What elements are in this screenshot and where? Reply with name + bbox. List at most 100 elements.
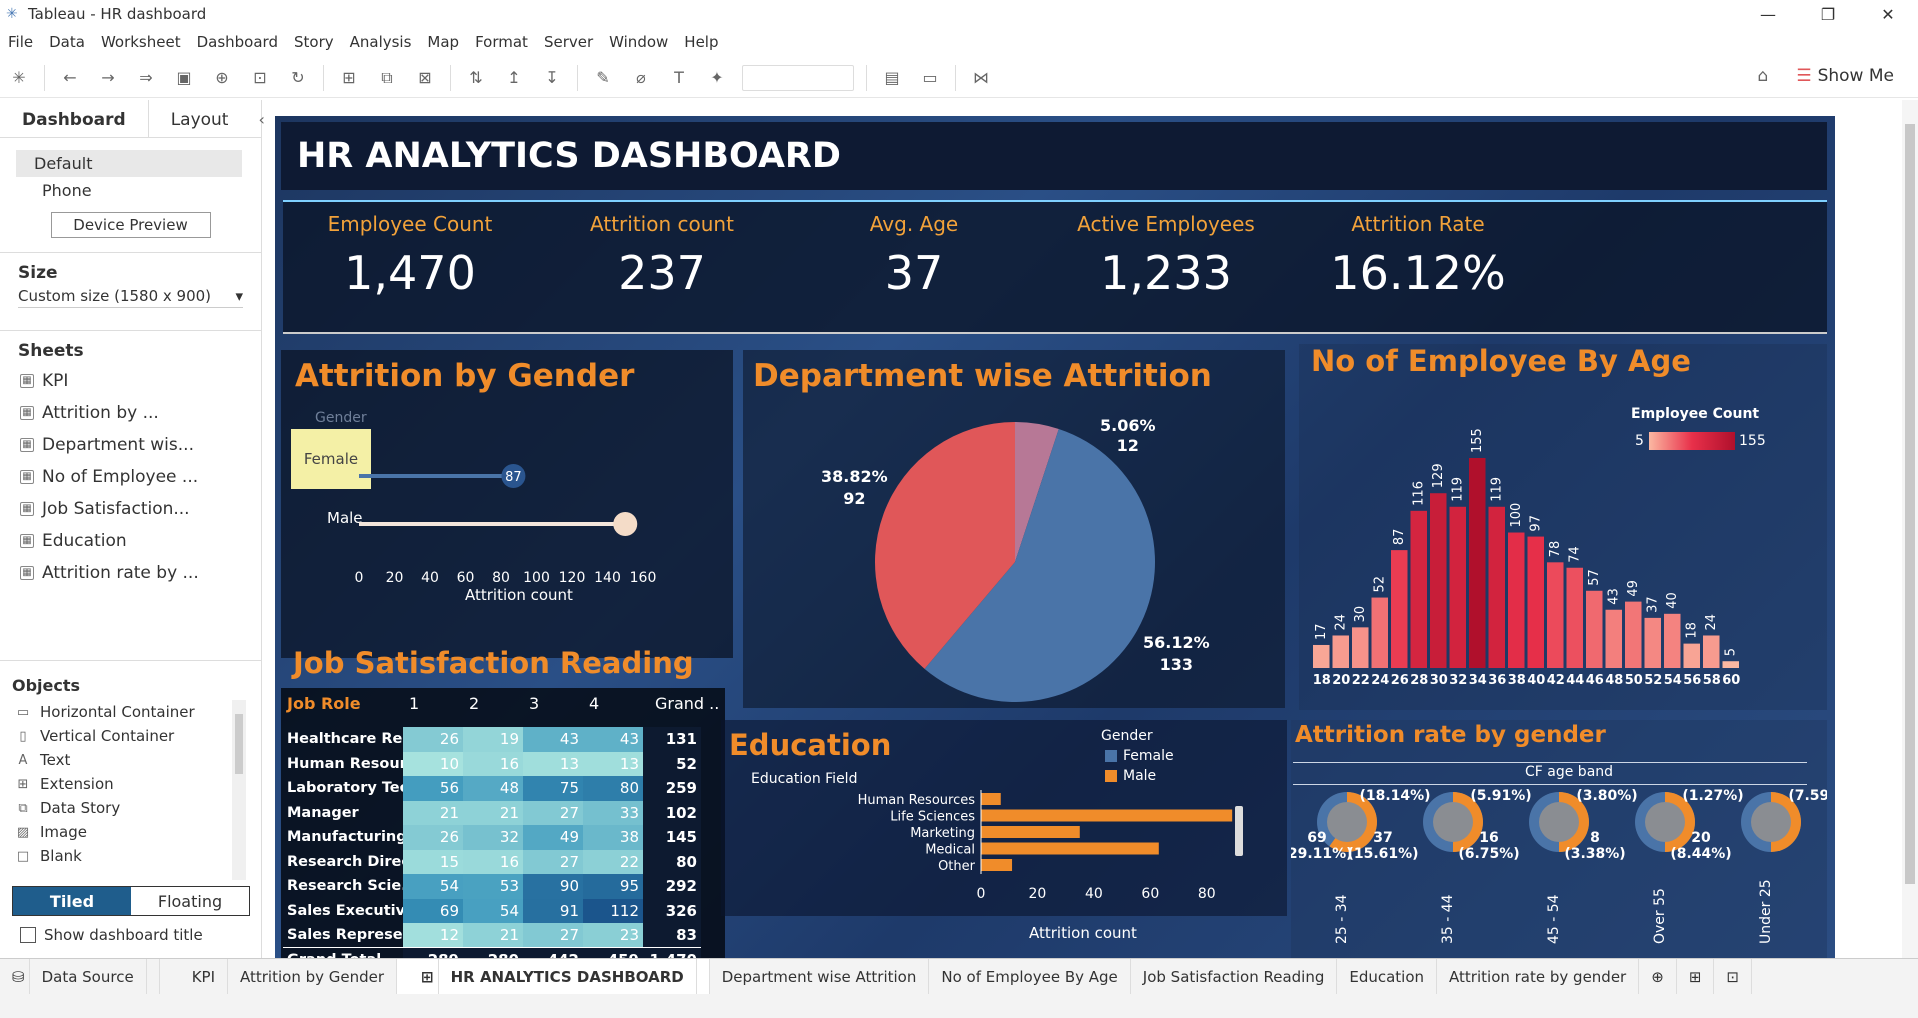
job-cell[interactable]: 43 xyxy=(583,727,643,752)
menu-analysis[interactable]: Analysis xyxy=(350,33,412,51)
age-bar[interactable] xyxy=(1332,635,1350,668)
duplicate-icon[interactable]: ⧉ xyxy=(374,65,400,91)
job-cell[interactable]: 26 xyxy=(403,727,463,752)
pin-icon[interactable]: ✦ xyxy=(704,65,730,91)
job-cell[interactable]: 54 xyxy=(403,874,463,899)
sort-desc-icon[interactable]: ↧ xyxy=(539,65,565,91)
job-cell[interactable]: 16 xyxy=(463,849,523,874)
edu-bar[interactable] xyxy=(981,793,1001,805)
tab-kpi[interactable]: KPI xyxy=(180,958,228,995)
job-cell[interactable]: 12 xyxy=(403,923,463,948)
job-cell[interactable]: 33 xyxy=(583,800,643,825)
tab-dashboard[interactable]: Dashboard xyxy=(0,100,148,137)
age-bar[interactable] xyxy=(1527,536,1545,668)
object-item[interactable]: □ Blank xyxy=(0,844,240,868)
card-icon[interactable]: ▤ xyxy=(879,65,905,91)
age-bar[interactable] xyxy=(1508,532,1525,668)
close-button[interactable]: ✕ xyxy=(1858,0,1918,28)
object-item[interactable]: ▯ Vertical Container xyxy=(0,724,240,748)
new-worksheet-icon[interactable]: ⊞ xyxy=(336,65,362,91)
age-bar[interactable] xyxy=(1430,493,1447,668)
menu-file[interactable]: File xyxy=(8,33,33,51)
undo-icon[interactable]: ← xyxy=(57,65,83,91)
age-bar[interactable] xyxy=(1605,609,1623,668)
labels-icon[interactable]: T xyxy=(666,65,692,91)
tab-layout[interactable]: Layout xyxy=(147,100,251,137)
menu-data[interactable]: Data xyxy=(49,33,85,51)
group-icon[interactable]: ⌀ xyxy=(628,65,654,91)
save-icon[interactable]: ▣ xyxy=(171,65,197,91)
sheet-item[interactable]: ▦ Education xyxy=(0,525,261,557)
edu-bar[interactable] xyxy=(981,826,1080,838)
object-item[interactable]: ▭ Horizontal Container xyxy=(0,700,240,724)
refresh-icon[interactable]: ↻ xyxy=(285,65,311,91)
pause-updates-icon[interactable]: ⊡ xyxy=(247,65,273,91)
new-datasource-icon[interactable]: ⊕ xyxy=(209,65,235,91)
menu-dashboard[interactable]: Dashboard xyxy=(197,33,278,51)
job-cell[interactable]: 75 xyxy=(523,776,583,801)
new-worksheet-tab-icon[interactable]: ⊕ xyxy=(1639,958,1677,995)
menu-window[interactable]: Window xyxy=(609,33,668,51)
job-cell[interactable]: 27 xyxy=(523,849,583,874)
job-cell[interactable]: 53 xyxy=(463,874,523,899)
job-cell[interactable]: 80 xyxy=(583,776,643,801)
floating-button[interactable]: Floating xyxy=(131,887,249,915)
sheet-item[interactable]: ▦ Department wis... xyxy=(0,429,261,461)
objects-scrollbar[interactable] xyxy=(232,700,246,880)
job-cell[interactable]: 38 xyxy=(583,825,643,850)
age-bar[interactable] xyxy=(1449,506,1467,668)
tab-job-satisfaction[interactable]: Job Satisfaction Reading xyxy=(1131,958,1338,995)
age-bar[interactable] xyxy=(1664,613,1681,668)
job-cell[interactable]: 27 xyxy=(523,800,583,825)
size-select[interactable]: Custom size (1580 x 900) ▾ xyxy=(18,287,243,308)
object-item[interactable]: ⧉ Data Story xyxy=(0,796,240,820)
sort-asc-icon[interactable]: ↥ xyxy=(501,65,527,91)
job-cell[interactable]: 10 xyxy=(403,751,463,776)
edu-bar[interactable] xyxy=(981,809,1233,822)
job-cell[interactable]: 91 xyxy=(523,898,583,923)
clear-sheet-icon[interactable]: ⊠ xyxy=(412,65,438,91)
job-cell[interactable]: 54 xyxy=(463,898,523,923)
job-cell[interactable]: 26 xyxy=(403,825,463,850)
menu-map[interactable]: Map xyxy=(427,33,459,51)
menu-server[interactable]: Server xyxy=(544,33,593,51)
job-cell[interactable]: 21 xyxy=(463,923,523,948)
menu-help[interactable]: Help xyxy=(684,33,718,51)
tab-attrition-by-gender[interactable]: Attrition by Gender xyxy=(228,958,398,995)
presentation-icon[interactable]: ▭ xyxy=(917,65,943,91)
job-cell[interactable]: 48 xyxy=(463,776,523,801)
page-scrollbar[interactable] xyxy=(1902,100,1918,958)
job-cell[interactable]: 90 xyxy=(523,874,583,899)
job-cell[interactable]: 23 xyxy=(583,923,643,948)
tab-education[interactable]: Education xyxy=(1337,958,1438,995)
job-cell[interactable]: 27 xyxy=(523,923,583,948)
replay-icon[interactable]: ⇒ xyxy=(133,65,159,91)
job-cell[interactable]: 21 xyxy=(403,800,463,825)
age-bar[interactable] xyxy=(1488,506,1506,668)
age-bar[interactable] xyxy=(1391,550,1408,668)
job-cell[interactable]: 22 xyxy=(583,849,643,874)
job-cell[interactable]: 15 xyxy=(403,849,463,874)
swap-icon[interactable]: ⇅ xyxy=(463,65,489,91)
new-story-tab-icon[interactable]: ⊡ xyxy=(1714,958,1752,995)
redo-icon[interactable]: → xyxy=(95,65,121,91)
edu-scrollbar[interactable] xyxy=(1235,806,1243,856)
job-cell[interactable]: 19 xyxy=(463,727,523,752)
sheet-item[interactable]: ▦ Job Satisfaction... xyxy=(0,493,261,525)
menu-worksheet[interactable]: Worksheet xyxy=(101,33,181,51)
age-bar[interactable] xyxy=(1313,644,1330,668)
job-cell[interactable]: 13 xyxy=(583,751,643,776)
object-item[interactable]: A Text xyxy=(0,748,240,772)
sheet-item[interactable]: ▦ Attrition by ... xyxy=(0,397,261,429)
tab-attrition-rate[interactable]: Attrition rate by gender xyxy=(1437,958,1640,995)
age-bar[interactable] xyxy=(1703,635,1720,668)
tab-data-source[interactable]: ⛁ Data Source xyxy=(0,958,160,995)
maximize-button[interactable]: ❐ xyxy=(1798,0,1858,28)
tiled-button[interactable]: Tiled xyxy=(13,887,131,915)
job-cell[interactable]: 49 xyxy=(523,825,583,850)
tab-hr-dashboard[interactable]: ⊞ HR ANALYTICS DASHBOARD xyxy=(397,958,710,995)
job-cell[interactable]: 13 xyxy=(523,751,583,776)
age-bar[interactable] xyxy=(1371,597,1389,668)
age-bar[interactable] xyxy=(1469,458,1486,668)
tab-employee-by-age[interactable]: No of Employee By Age xyxy=(929,958,1131,995)
